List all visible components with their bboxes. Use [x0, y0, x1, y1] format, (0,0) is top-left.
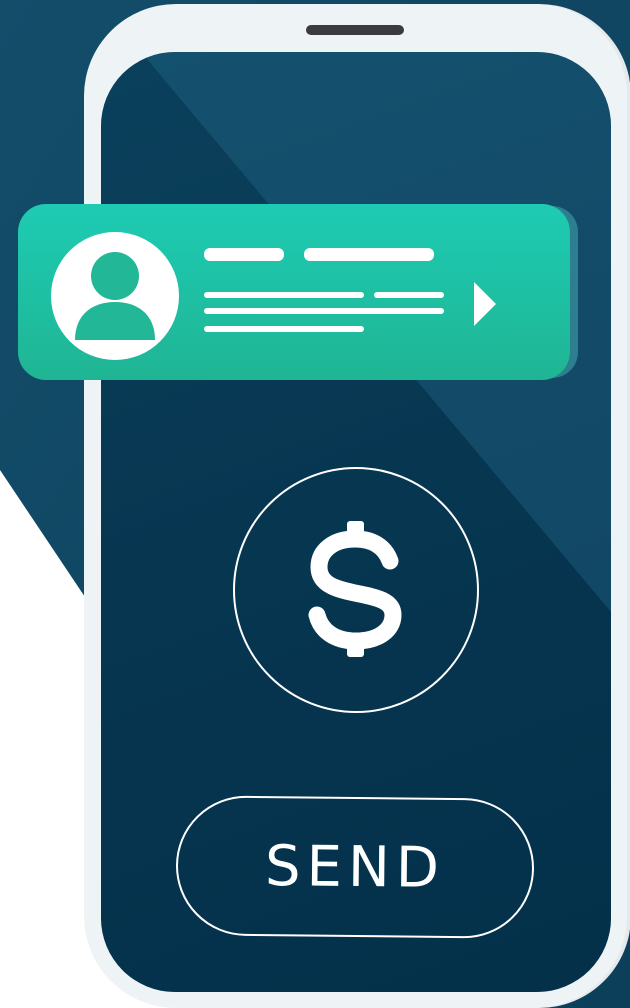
send-button-label: SEND — [264, 833, 446, 901]
detail-line-4 — [204, 326, 364, 332]
detail-line-1 — [204, 292, 364, 298]
dollar-circle — [233, 467, 479, 713]
name-line-2 — [304, 248, 434, 261]
detail-line-3 — [204, 308, 444, 314]
name-line-1 — [204, 248, 284, 261]
contact-notification-card[interactable] — [18, 204, 580, 380]
detail-line-2 — [374, 292, 444, 298]
play-arrow-icon[interactable] — [474, 282, 496, 326]
user-icon — [51, 232, 179, 360]
dollar-icon — [308, 521, 402, 657]
send-button[interactable]: SEND — [175, 795, 535, 939]
speaker-grille — [306, 25, 404, 35]
